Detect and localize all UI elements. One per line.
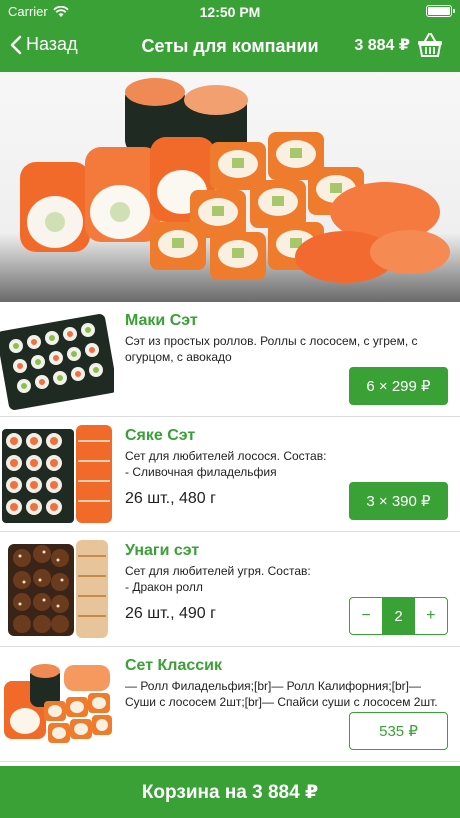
product-weight: 26 шт., 490 г <box>125 605 216 622</box>
status-time: 12:50 PM <box>199 4 261 20</box>
list-item[interactable]: Сяке Сэт Сет для любителей лосося. Соста… <box>0 417 460 532</box>
product-weight: 26 шт., 480 г <box>125 490 216 507</box>
cart-total: 3 884 ₽ <box>354 37 410 54</box>
top-bar: Carrier 12:50 PM Назад Сеты для компании… <box>0 0 460 72</box>
list-item[interactable]: Маки Сэт Сэт из простых роллов. Роллы с … <box>0 302 460 417</box>
basket-icon <box>418 33 442 57</box>
decrement-button[interactable]: − <box>350 598 382 634</box>
back-button[interactable]: Назад <box>10 34 78 55</box>
product-title: Сяке Сэт <box>125 427 196 444</box>
increment-button[interactable]: + <box>415 598 447 634</box>
product-image <box>0 421 114 527</box>
product-image <box>0 536 114 642</box>
product-image <box>0 306 114 412</box>
hero-image <box>0 72 460 302</box>
back-label: Назад <box>26 34 78 54</box>
quantity-value: 2 <box>382 598 415 634</box>
checkout-cart-button[interactable]: Корзина на 3 884 ₽ <box>0 766 460 818</box>
cart-button[interactable]: 3 884 ₽ <box>354 32 444 58</box>
list-item[interactable]: Унаги сэт Сет для любителей угря. Состав… <box>0 532 460 647</box>
product-list: Маки Сэт Сэт из простых роллов. Роллы с … <box>0 302 460 762</box>
quantity-stepper: − 2 + <box>349 597 448 635</box>
price-button[interactable]: 535 ₽ <box>349 712 448 750</box>
product-title: Сет Классик <box>125 657 222 674</box>
list-item[interactable]: Сет Классик — Ролл Филадельфия;[br]— Рол… <box>0 647 460 762</box>
nav-bar: Назад Сеты для компании 3 884 ₽ <box>0 24 460 72</box>
product-title: Унаги сэт <box>125 542 200 559</box>
status-bar: Carrier 12:50 PM <box>0 0 460 24</box>
product-description: Сет для любителей угря. Состав: - Дракон… <box>125 564 311 594</box>
chevron-left-icon <box>10 35 22 54</box>
product-title: Маки Сэт <box>125 312 198 329</box>
screen: Carrier 12:50 PM Назад Сеты для компании… <box>0 0 460 818</box>
product-description: Сет для любителей лосося. Состав: - Слив… <box>125 449 327 479</box>
add-to-cart-button[interactable]: 3 × 390 ₽ <box>349 482 448 520</box>
product-image <box>0 651 114 757</box>
product-description: Сэт из простых роллов. Роллы с лососем, … <box>125 334 418 364</box>
product-description: — Ролл Филадельфия;[br]— Ролл Калифорния… <box>125 679 438 709</box>
add-to-cart-button[interactable]: 6 × 299 ₽ <box>349 367 448 405</box>
battery-icon <box>426 5 455 17</box>
